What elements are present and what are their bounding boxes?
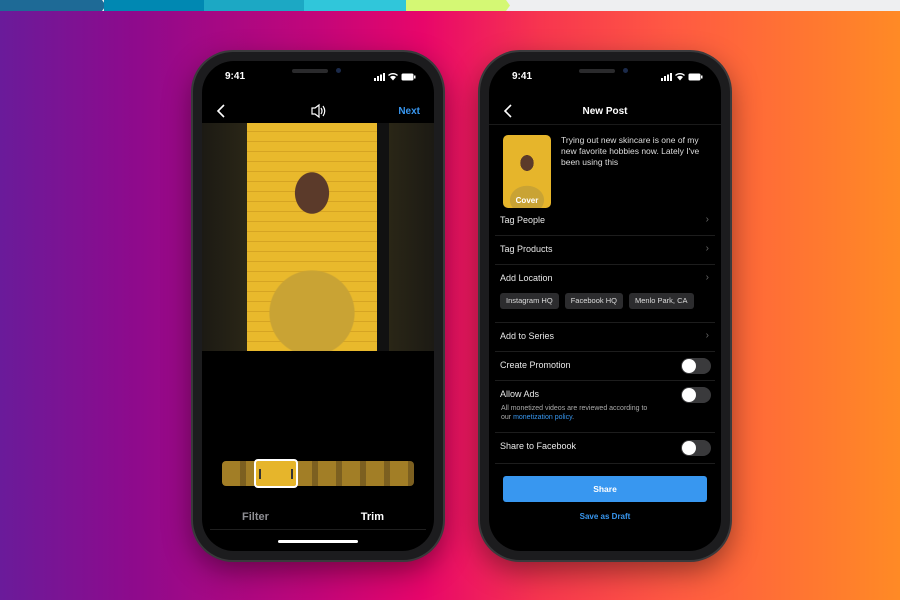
description-text: . bbox=[572, 414, 575, 421]
share-to-facebook-toggle[interactable] bbox=[681, 440, 711, 456]
row-label: Share to Facebook bbox=[500, 441, 577, 451]
divider bbox=[489, 124, 721, 125]
signal-icon bbox=[374, 73, 385, 81]
phone-trim-screen: 9:41 Next Filter Trim bbox=[193, 52, 443, 560]
next-button[interactable]: Next bbox=[398, 106, 420, 117]
chevron-right-icon: › bbox=[705, 243, 709, 254]
status-time: 9:41 bbox=[512, 71, 533, 82]
allow-ads-description: All monetized videos are reviewed accord… bbox=[501, 404, 651, 422]
home-indicator bbox=[278, 540, 358, 543]
battery-icon bbox=[688, 73, 703, 81]
progress-segment-2 bbox=[104, 0, 208, 11]
location-chip[interactable]: Instagram HQ bbox=[500, 293, 559, 309]
progress-segment-4 bbox=[304, 0, 410, 11]
divider bbox=[210, 529, 426, 530]
share-button[interactable]: Share bbox=[503, 476, 707, 502]
row-label: Create Promotion bbox=[500, 360, 571, 370]
chevron-right-icon: › bbox=[705, 330, 709, 341]
status-bar: 9:41 bbox=[222, 71, 416, 85]
trim-filmstrip[interactable] bbox=[222, 461, 414, 486]
post-options: Tag People › Tag Products › Add Location… bbox=[489, 207, 721, 464]
battery-icon bbox=[401, 73, 416, 81]
page-title: New Post bbox=[582, 106, 628, 117]
allow-ads-toggle[interactable] bbox=[681, 387, 711, 403]
allow-ads-row: Allow Ads All monetized videos are revie… bbox=[495, 381, 715, 433]
tag-products-row[interactable]: Tag Products › bbox=[495, 236, 715, 265]
status-bar: 9:41 bbox=[509, 71, 703, 85]
trim-handle-right[interactable] bbox=[291, 469, 293, 479]
chevron-right-icon: › bbox=[705, 214, 709, 225]
location-suggestions: Instagram HQ Facebook HQ Menlo Park, CA bbox=[495, 293, 715, 323]
create-promotion-toggle[interactable] bbox=[681, 358, 711, 374]
add-location-row[interactable]: Add Location › bbox=[495, 265, 715, 293]
video-blur-right bbox=[389, 123, 434, 351]
monetization-policy-link[interactable]: monetization policy bbox=[513, 414, 572, 421]
tab-trim[interactable]: Trim bbox=[361, 511, 384, 523]
signal-icon bbox=[661, 73, 672, 81]
trim-handle-left[interactable] bbox=[259, 469, 261, 479]
trim-selection-handle[interactable] bbox=[254, 459, 298, 488]
location-chip[interactable]: Facebook HQ bbox=[564, 293, 623, 309]
screen: 9:41 Next Filter Trim bbox=[202, 61, 434, 551]
row-label: Tag Products bbox=[500, 244, 553, 254]
wifi-icon bbox=[675, 73, 685, 81]
cover-thumbnail[interactable]: Cover bbox=[503, 135, 551, 208]
caption-text[interactable]: Trying out new skincare is one of my new… bbox=[561, 135, 711, 168]
progress-segment-3 bbox=[204, 0, 308, 11]
top-nav: New Post bbox=[489, 101, 721, 125]
progress-segment-5 bbox=[406, 0, 510, 11]
cover-label: Cover bbox=[515, 196, 539, 205]
add-to-series-row[interactable]: Add to Series › bbox=[495, 323, 715, 352]
edit-tabs: Filter Trim bbox=[202, 507, 434, 527]
tag-people-row[interactable]: Tag People › bbox=[495, 207, 715, 236]
speaker-icon[interactable] bbox=[310, 103, 327, 119]
wifi-icon bbox=[388, 73, 398, 81]
video-frame bbox=[247, 123, 377, 351]
chevron-right-icon: › bbox=[705, 272, 709, 283]
video-blur-left bbox=[202, 123, 247, 351]
create-promotion-row: Create Promotion bbox=[495, 352, 715, 381]
row-label: Tag People bbox=[500, 215, 546, 225]
tab-filter[interactable]: Filter bbox=[242, 511, 269, 523]
screen: 9:41 New Post Cover Trying out new skinc… bbox=[489, 61, 721, 551]
row-label: Add Location bbox=[500, 273, 553, 283]
top-nav: Next bbox=[202, 101, 434, 125]
chevron-left-icon[interactable] bbox=[216, 103, 226, 119]
video-preview bbox=[202, 123, 434, 351]
location-chip[interactable]: Menlo Park, CA bbox=[628, 293, 694, 309]
progress-segment-1 bbox=[0, 0, 106, 11]
row-label: Add to Series bbox=[500, 331, 555, 341]
share-to-facebook-row: Share to Facebook bbox=[495, 433, 715, 464]
status-time: 9:41 bbox=[225, 71, 246, 82]
progress-bar bbox=[0, 0, 900, 11]
phone-new-post-screen: 9:41 New Post Cover Trying out new skinc… bbox=[480, 52, 730, 560]
save-as-draft-button[interactable]: Save as Draft bbox=[489, 512, 721, 521]
row-label: Allow Ads bbox=[500, 389, 540, 399]
